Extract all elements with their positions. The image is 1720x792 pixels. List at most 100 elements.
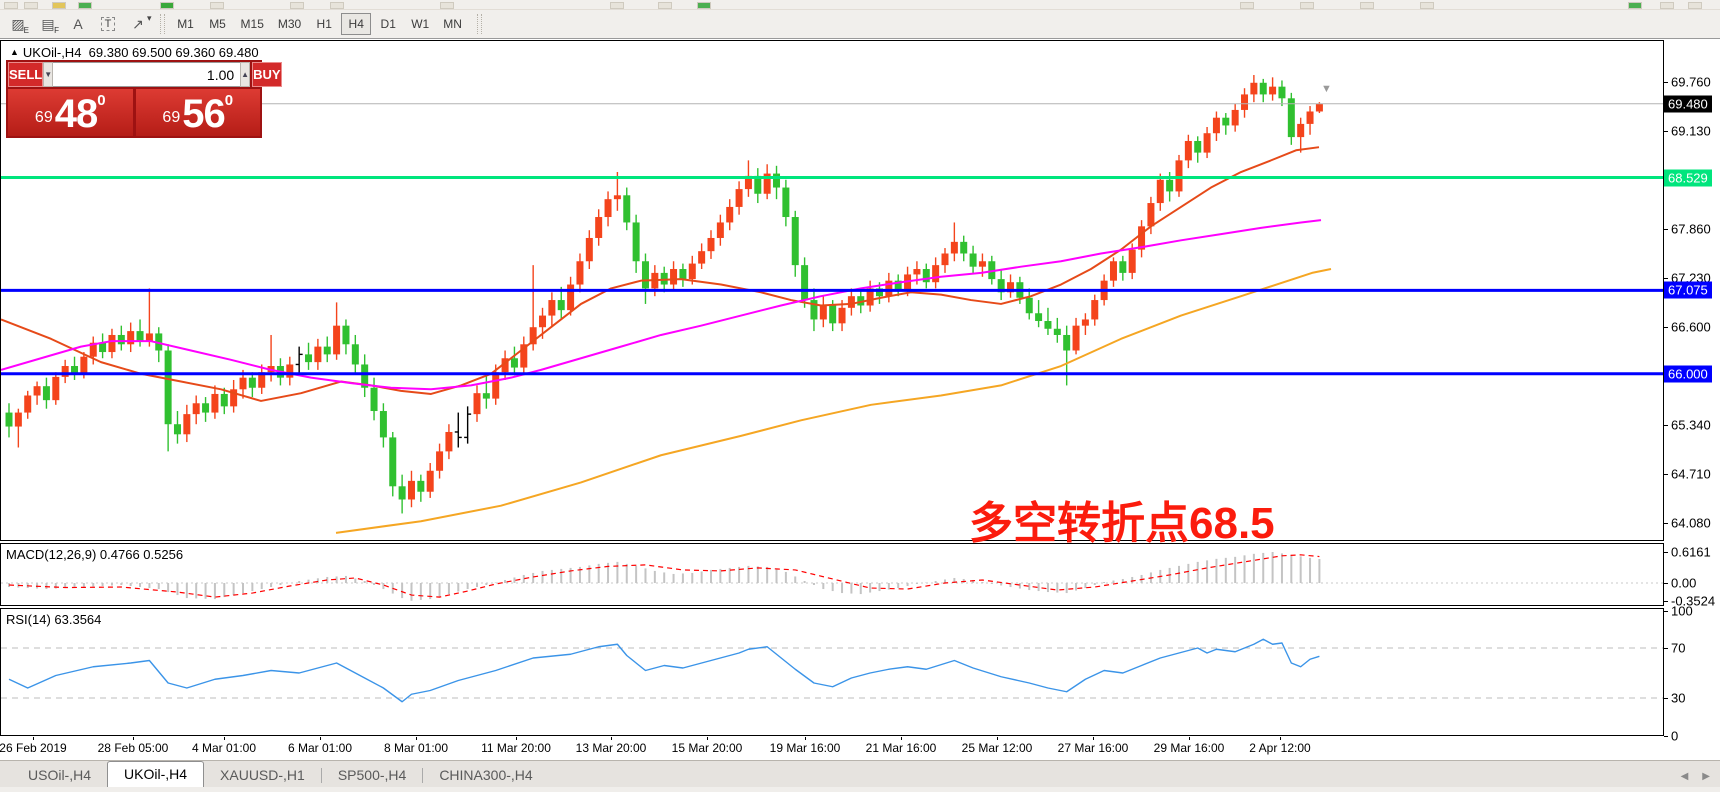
mt4-window: ▨E▤FAT↗▾ M1M5M15M30H1H4D1W1MN ▲UKOil-,H4… <box>0 0 1720 792</box>
rsi-indicator-panel[interactable]: RSI(14) 63.3564 <box>0 608 1664 736</box>
macd-label: MACD(12,26,9) 0.4766 0.5256 <box>6 547 183 562</box>
time-axis-tick <box>133 737 134 740</box>
macd-axis-label: 0.00 <box>1671 576 1696 591</box>
timeframe-button-w1[interactable]: W1 <box>405 13 435 35</box>
axis-tick <box>1664 698 1668 699</box>
sell-button[interactable]: SELL <box>8 62 43 87</box>
chart-toolbar: ▨E▤FAT↗▾ M1M5M15M30H1H4D1W1MN <box>0 10 1720 39</box>
toolbar-remnant-icon <box>697 2 711 9</box>
time-axis-label: 21 Mar 16:00 <box>866 741 937 755</box>
price-axis-label: 66.600 <box>1671 320 1711 335</box>
hatch-tool-icon[interactable]: ▨E <box>6 13 30 35</box>
time-axis-label: 27 Mar 16:00 <box>1058 741 1129 755</box>
price-chart-panel[interactable]: ▲UKOil-,H4 69.380 69.500 69.360 69.480 S… <box>0 40 1664 541</box>
axis-tick <box>1664 736 1668 737</box>
grid-tool-icon[interactable]: ▤F <box>36 13 60 35</box>
timeframe-button-h1[interactable]: H1 <box>309 13 339 35</box>
time-axis-label: 11 Mar 20:00 <box>481 741 551 755</box>
time-axis-label: 13 Mar 20:00 <box>576 741 647 755</box>
buy-button[interactable]: BUY <box>252 62 281 87</box>
rsi-line <box>9 639 1319 702</box>
time-axis-tick <box>320 737 321 740</box>
tabs-scroll-right-icon[interactable]: ▶ <box>1702 771 1710 782</box>
time-axis-tick <box>33 737 34 740</box>
price-line-badge: 68.529 <box>1664 169 1712 186</box>
volume-decrease-button[interactable]: ▼ <box>43 62 53 87</box>
axis-tick <box>1664 601 1668 602</box>
sell-price-major: 69 <box>35 103 53 133</box>
toolbar-remnant-icon <box>1360 2 1374 9</box>
time-axis-tick <box>416 737 417 740</box>
toolbar-remnant-icon <box>290 2 304 9</box>
chart-shift-marker-icon[interactable]: ▼ <box>1321 83 1332 95</box>
tab-sp500-h4[interactable]: SP500-,H4 <box>322 764 422 787</box>
toolbar-remnant-icon <box>658 2 672 9</box>
time-axis-tick <box>805 737 806 740</box>
rsi-label: RSI(14) 63.3564 <box>6 612 101 627</box>
tab-usoil-h4[interactable]: USOil-,H4 <box>12 764 107 787</box>
macd-axis-label: 0.6161 <box>1671 545 1711 560</box>
time-axis-tick <box>1189 737 1190 740</box>
timeframe-button-m15[interactable]: M15 <box>235 13 270 35</box>
volume-input[interactable] <box>53 62 240 87</box>
toolbar-remnant-icon <box>160 2 174 9</box>
one-click-trade-panel: SELL ▼ ▲ BUY 69 48 0 69 56 0 <box>6 60 262 138</box>
toolbar-remnant-icon <box>1660 2 1674 9</box>
price-axis-label: 65.340 <box>1671 417 1711 432</box>
ma-mid-magenta <box>1 220 1321 389</box>
toolbar-remnant-icon <box>4 2 18 9</box>
toolbar-remnant-icon <box>610 2 624 9</box>
time-axis-tick <box>516 737 517 740</box>
timeframe-button-d1[interactable]: D1 <box>373 13 403 35</box>
toolbar-remnant-icon <box>24 2 38 9</box>
time-axis-label: 15 Mar 20:00 <box>672 741 743 755</box>
timeframe-button-m30[interactable]: M30 <box>272 13 307 35</box>
time-axis-tick <box>1093 737 1094 740</box>
toolbar-remnant-icon <box>1240 2 1254 9</box>
buy-price-fraction: 0 <box>225 94 233 108</box>
time-axis-label: 25 Mar 12:00 <box>962 741 1033 755</box>
collapse-triangle-icon[interactable]: ▲ <box>10 47 19 57</box>
volume-increase-button[interactable]: ▲ <box>240 62 250 87</box>
time-axis-label: 2 Apr 12:00 <box>1249 741 1310 755</box>
axis-tick <box>1664 523 1668 524</box>
price-axis-label: 69.130 <box>1671 123 1711 138</box>
price-axis-label: 64.080 <box>1671 515 1711 530</box>
tabs-scroll-left-icon[interactable]: ◀ <box>1681 771 1689 782</box>
buy-price-pips: 56 <box>182 95 225 133</box>
axis-tick <box>1664 229 1668 230</box>
time-axis-label: 8 Mar 01:00 <box>384 741 448 755</box>
buy-price-major: 69 <box>162 103 180 133</box>
status-strip <box>0 787 1720 792</box>
clipped-top-toolbar <box>0 0 1720 10</box>
timeframe-button-m5[interactable]: M5 <box>203 13 233 35</box>
axis-tick <box>1664 474 1668 475</box>
timeframe-button-m1[interactable]: M1 <box>171 13 201 35</box>
rsi-chart <box>1 609 1663 735</box>
timeframe-button-h4[interactable]: H4 <box>341 13 371 35</box>
axis-tick <box>1664 131 1668 132</box>
text-box-icon[interactable]: T <box>96 13 120 35</box>
tab-xauusd-h1[interactable]: XAUUSD-,H1 <box>204 764 321 787</box>
toolbar-separator <box>477 14 482 34</box>
text-label-icon[interactable]: A <box>66 13 90 35</box>
tab-china300-h4[interactable]: CHINA300-,H4 <box>423 764 548 787</box>
time-axis-label: 26 Feb 2019 <box>0 741 67 755</box>
timeframe-button-mn[interactable]: MN <box>437 13 468 35</box>
tab-ukoil-h4[interactable]: UKOil-,H4 <box>107 761 204 787</box>
time-axis-tick <box>1280 737 1281 740</box>
toolbar-remnant-icon <box>440 2 454 9</box>
time-axis-tick <box>707 737 708 740</box>
price-axis-label: 64.710 <box>1671 466 1711 481</box>
rsi-axis-label: 70 <box>1671 641 1685 656</box>
toolbar-remnant-icon <box>1688 2 1702 9</box>
price-line-badge: 66.000 <box>1664 365 1712 382</box>
arrows-tool-icon[interactable]: ↗ <box>126 13 150 35</box>
symbol-ohlc: 69.380 69.500 69.360 69.480 <box>89 45 259 60</box>
macd-indicator-panel[interactable]: MACD(12,26,9) 0.4766 0.5256 <box>0 543 1664 606</box>
buy-price-quote[interactable]: 69 56 0 <box>136 89 261 136</box>
axis-tick <box>1664 327 1668 328</box>
toolbar-remnant-icon <box>210 2 224 9</box>
sell-price-quote[interactable]: 69 48 0 <box>8 89 133 136</box>
toolbar-remnant-icon <box>1300 2 1314 9</box>
